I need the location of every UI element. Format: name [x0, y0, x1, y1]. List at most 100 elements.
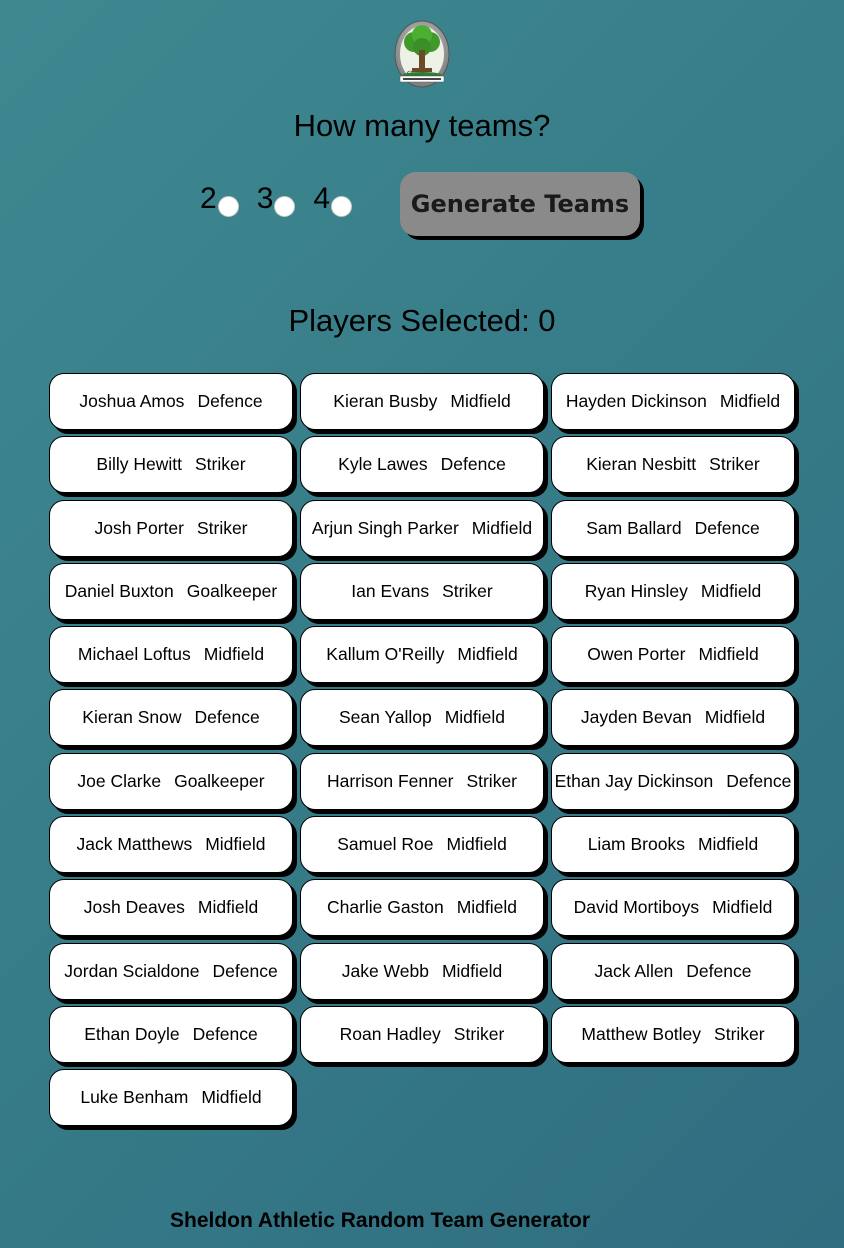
- player-position: Midfield: [205, 834, 266, 855]
- team-option-3[interactable]: 3: [256, 182, 296, 217]
- player-card[interactable]: Jack Allen Defence: [551, 942, 795, 1000]
- player-card[interactable]: Roan Hadley Striker: [300, 1005, 544, 1063]
- player-name: Jack Matthews: [76, 834, 193, 855]
- player-card[interactable]: Josh Deaves Midfield: [49, 879, 293, 937]
- player-name: Josh Deaves: [83, 897, 185, 918]
- player-position: Striker: [714, 1023, 765, 1044]
- player-card[interactable]: Jayden Bevan Midfield: [551, 689, 795, 747]
- generate-teams-button[interactable]: Generate Teams: [400, 172, 640, 236]
- footer-title: Sheldon Athletic Random Team Generator: [170, 1209, 591, 1232]
- player-card[interactable]: Ethan Doyle Defence: [49, 1005, 293, 1063]
- team-option-2-label: 2: [200, 182, 217, 215]
- player-position: Striker: [453, 1023, 505, 1044]
- player-card[interactable]: Daniel Buxton Goalkeeper: [49, 562, 293, 620]
- player-name: Roan Hadley: [339, 1023, 441, 1044]
- player-name: Sean Yallop: [338, 707, 432, 728]
- player-card[interactable]: Josh Porter Striker: [49, 499, 293, 557]
- player-card[interactable]: Arjun Singh Parker Midfield: [300, 499, 544, 557]
- player-position: Midfield: [698, 644, 759, 665]
- player-name: David Mortiboys: [573, 897, 700, 918]
- player-position: Midfield: [457, 644, 518, 665]
- player-name: Kallum O'Reilly: [326, 644, 445, 665]
- player-card[interactable]: Billy Hewitt Striker: [49, 436, 293, 494]
- player-position: Goalkeeper: [174, 770, 265, 791]
- player-position: Midfield: [719, 391, 781, 411]
- player-card[interactable]: Kallum O'Reilly Midfield: [300, 626, 544, 684]
- player-position: Striker: [442, 580, 493, 601]
- player-card[interactable]: Charlie Gaston Midfield: [300, 879, 544, 937]
- player-card[interactable]: Kyle Lawes Defence: [300, 436, 544, 494]
- player-name: Kieran Busby: [333, 391, 438, 411]
- player-position: Midfield: [197, 897, 259, 918]
- player-position: Defence: [726, 770, 792, 791]
- team-option-3-label: 3: [256, 182, 274, 215]
- player-position: Midfield: [700, 580, 762, 601]
- player-position: Midfield: [446, 834, 507, 855]
- player-name: Kieran Snow: [82, 707, 182, 728]
- player-name: Michael Loftus: [77, 644, 191, 665]
- player-position: Defence: [194, 707, 260, 728]
- player-name: Samuel Roe: [337, 834, 434, 855]
- player-card[interactable]: David Mortiboys Midfield: [551, 879, 795, 937]
- player-name: Arjun Singh Parker: [311, 517, 459, 538]
- player-card[interactable]: Sam Ballard Defence: [551, 499, 795, 557]
- player-card[interactable]: Ethan Jay Dickinson Defence: [551, 752, 795, 810]
- player-card[interactable]: Hayden Dickinson Midfield: [551, 373, 795, 430]
- player-grid: Joshua Amos Defence Kieran Busby Midfield Ha…: [49, 373, 795, 1127]
- player-card[interactable]: Harrison Fenner Striker: [300, 752, 544, 810]
- player-position: Midfield: [471, 517, 533, 538]
- player-card[interactable]: Jordan Scialdone Defence: [49, 942, 293, 1000]
- player-card[interactable]: Ian Evans Striker: [300, 562, 544, 620]
- player-name: Kieran Nesbitt: [586, 454, 697, 475]
- player-name: Jayden Bevan: [580, 707, 692, 728]
- team-option-4-radio[interactable]: [331, 196, 353, 217]
- player-name: Charlie Gaston: [326, 897, 444, 918]
- player-name: Hayden Dickinson: [565, 391, 707, 411]
- player-position: Defence: [212, 960, 278, 981]
- team-option-2[interactable]: 2: [200, 182, 239, 217]
- player-name: Billy Hewitt: [96, 454, 182, 475]
- player-card[interactable]: Samuel Roe Midfield: [300, 816, 544, 874]
- team-option-2-radio[interactable]: [217, 196, 239, 217]
- player-card[interactable]: Kieran Nesbitt Striker: [551, 436, 795, 494]
- player-card[interactable]: Owen Porter Midfield: [551, 626, 795, 684]
- player-card[interactable]: Jack Matthews Midfield: [49, 816, 293, 874]
- player-name: Ethan Doyle: [84, 1023, 180, 1044]
- player-card[interactable]: Liam Brooks Midfield: [551, 816, 795, 874]
- team-option-4[interactable]: 4: [313, 184, 353, 217]
- player-card[interactable]: Kieran Busby Midfield: [300, 373, 544, 430]
- player-position: Midfield: [441, 960, 503, 981]
- player-card[interactable]: Joshua Amos Defence: [49, 373, 293, 430]
- player-card[interactable]: Luke Benham Midfield: [49, 1069, 293, 1127]
- player-card[interactable]: Matthew Botley Striker: [551, 1005, 795, 1063]
- player-name: Daniel Buxton: [64, 580, 174, 601]
- player-position: Defence: [440, 454, 506, 475]
- player-position: Midfield: [704, 707, 766, 728]
- player-name: Owen Porter: [587, 644, 686, 665]
- player-position: Striker: [196, 517, 248, 538]
- player-name: Harrison Fenner: [326, 770, 454, 791]
- player-position: Defence: [192, 1023, 258, 1044]
- club-crest-tree-icon: [394, 20, 450, 88]
- player-position: Midfield: [444, 707, 506, 728]
- player-position: Goalkeeper: [186, 580, 278, 601]
- player-card[interactable]: Kieran Snow Defence: [49, 689, 293, 747]
- player-card[interactable]: Sean Yallop Midfield: [300, 689, 544, 747]
- player-position: Defence: [686, 960, 752, 981]
- player-card[interactable]: Jake Webb Midfield: [300, 942, 544, 1000]
- player-name: Luke Benham: [80, 1087, 189, 1108]
- player-card[interactable]: Michael Loftus Midfield: [49, 626, 293, 684]
- player-position: Defence: [197, 391, 263, 411]
- player-position: Midfield: [697, 834, 759, 855]
- player-card[interactable]: Joe Clarke Goalkeeper: [49, 752, 293, 810]
- player-name: Josh Porter: [94, 517, 184, 538]
- player-position: Defence: [694, 517, 760, 538]
- team-option-3-radio[interactable]: [274, 196, 296, 217]
- player-position: Midfield: [456, 897, 518, 918]
- player-position: Midfield: [203, 644, 265, 665]
- player-card[interactable]: Ryan Hinsley Midfield: [551, 562, 795, 620]
- player-position: Midfield: [201, 1087, 262, 1108]
- players-selected-counter: Players Selected: 0: [288, 303, 556, 338]
- player-position: Striker: [195, 454, 246, 475]
- player-name: Ian Evans: [351, 580, 430, 601]
